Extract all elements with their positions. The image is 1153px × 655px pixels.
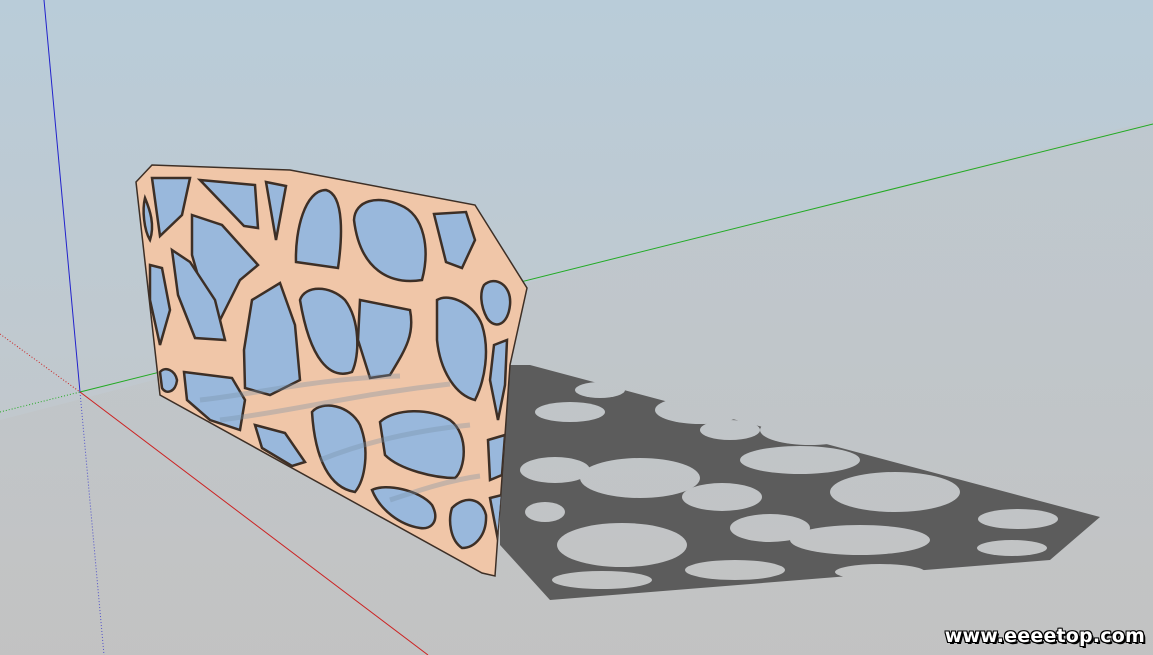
opening: [480, 279, 512, 326]
scene-canvas[interactable]: [0, 0, 1153, 655]
3d-modeling-viewport[interactable]: www.eeeetop.com: [0, 0, 1153, 655]
opening: [158, 368, 179, 393]
